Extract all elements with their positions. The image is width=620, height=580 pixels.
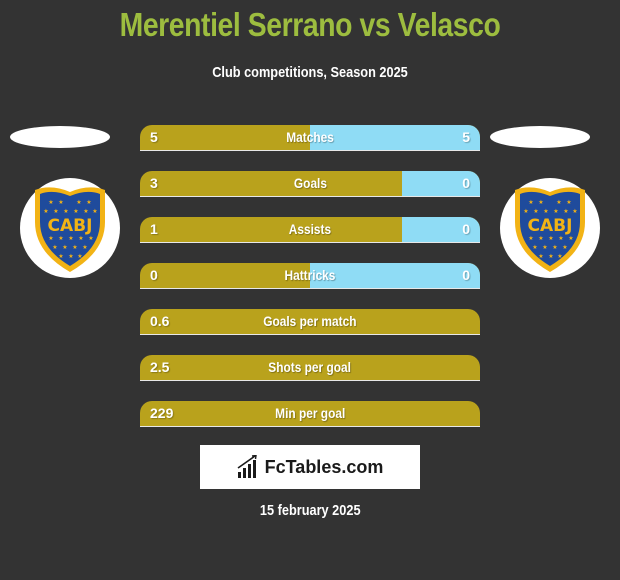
svg-text:★: ★ [538, 235, 543, 242]
svg-text:★: ★ [572, 208, 577, 215]
svg-text:★: ★ [58, 235, 63, 242]
svg-text:★: ★ [538, 199, 543, 206]
svg-text:★: ★ [43, 208, 48, 215]
right-player-placeholder [490, 126, 590, 148]
logo-text: FcTables.com [264, 456, 384, 477]
svg-text:★: ★ [568, 235, 573, 242]
svg-text:★: ★ [92, 208, 97, 215]
left-club-badge[interactable]: ★ ★ ★ ★ ★ ★ ★ ★ ★ ★ ★ ★ ★ ★ ★ ★ ★ ★ ★ ★ ★ ★ CABJ [20, 178, 120, 278]
svg-text:★: ★ [63, 208, 68, 215]
left-player-placeholder [10, 126, 110, 148]
right-value: 0 [462, 221, 470, 237]
svg-text:★: ★ [68, 235, 73, 242]
svg-text:★: ★ [62, 244, 67, 251]
right-value: 5 [462, 129, 470, 145]
date-label: 15 february 2025 [259, 502, 361, 519]
svg-text:★: ★ [76, 199, 81, 206]
svg-text:★: ★ [52, 244, 57, 251]
svg-text:★: ★ [533, 208, 538, 215]
svg-text:★: ★ [528, 199, 533, 206]
stat-label: Shots per goal [268, 359, 352, 375]
right-value: 0 [462, 175, 470, 191]
stat-label: Goals per match [263, 313, 357, 329]
svg-text:★: ★ [83, 208, 88, 215]
stat-row-goals: 3 Goals 0 [140, 171, 480, 197]
fctables-logo[interactable]: FcTables.com [200, 445, 420, 489]
stat-label: Assists [288, 221, 332, 237]
stat-row-shots-per-goal: 2.5 Shots per goal [140, 355, 480, 381]
svg-text:CABJ: CABJ [528, 216, 573, 236]
svg-text:★: ★ [58, 253, 63, 260]
svg-text:★: ★ [558, 235, 563, 242]
page-title: Merentiel Serrano vs Velasco [119, 6, 501, 43]
svg-text:★: ★ [552, 244, 557, 251]
svg-text:★: ★ [53, 208, 58, 215]
svg-text:★: ★ [73, 208, 78, 215]
page-subtitle: Club competitions, Season 2025 [212, 64, 408, 81]
svg-text:★: ★ [58, 199, 63, 206]
svg-text:★: ★ [88, 235, 93, 242]
svg-text:★: ★ [48, 199, 53, 206]
svg-text:★: ★ [528, 235, 533, 242]
stat-row-goals-per-match: 0.6 Goals per match [140, 309, 480, 335]
svg-text:★: ★ [68, 253, 73, 260]
svg-text:★: ★ [48, 235, 53, 242]
svg-text:★: ★ [86, 199, 91, 206]
svg-text:★: ★ [78, 235, 83, 242]
svg-text:★: ★ [538, 253, 543, 260]
stat-row-assists: 1 Assists 0 [140, 217, 480, 243]
stat-label: Hattricks [284, 267, 336, 283]
svg-text:★: ★ [82, 244, 87, 251]
bar-chart-icon [237, 455, 257, 478]
svg-text:★: ★ [553, 208, 558, 215]
stat-row-matches: 5 Matches 5 [140, 125, 480, 151]
svg-text:★: ★ [523, 208, 528, 215]
svg-text:★: ★ [556, 199, 561, 206]
svg-text:★: ★ [548, 253, 553, 260]
boca-juniors-crest-icon: ★ ★ ★ ★ ★ ★ ★ ★ ★ ★ ★ ★ ★ ★ ★ ★ ★ ★ ★ ★ ★ ★ CABJ [515, 187, 585, 272]
right-club-badge[interactable]: ★ ★ ★ ★ ★ ★ ★ ★ ★ ★ ★ ★ ★ ★ ★ ★ ★ ★ ★ ★ ★ ★ CABJ [500, 178, 600, 278]
boca-juniors-crest-icon: ★ ★ ★ ★ ★ ★ ★ ★ ★ ★ ★ ★ ★ ★ ★ ★ ★ ★ ★ ★ ★ ★ CABJ [35, 187, 105, 272]
svg-text:★: ★ [548, 235, 553, 242]
svg-text:★: ★ [72, 244, 77, 251]
svg-text:★: ★ [77, 253, 82, 260]
svg-text:CABJ: CABJ [48, 216, 93, 236]
stat-label: Matches [286, 129, 334, 145]
stat-label: Goals [293, 175, 327, 191]
svg-text:★: ★ [543, 208, 548, 215]
right-value: 0 [462, 267, 470, 283]
svg-text:★: ★ [542, 244, 547, 251]
svg-text:★: ★ [566, 199, 571, 206]
svg-text:★: ★ [557, 253, 562, 260]
svg-text:★: ★ [563, 208, 568, 215]
stat-label: Min per goal [274, 405, 346, 421]
stat-row-min-per-goal: 229 Min per goal [140, 401, 480, 427]
svg-text:★: ★ [562, 244, 567, 251]
stat-row-hattricks: 0 Hattricks 0 [140, 263, 480, 289]
svg-text:★: ★ [532, 244, 537, 251]
